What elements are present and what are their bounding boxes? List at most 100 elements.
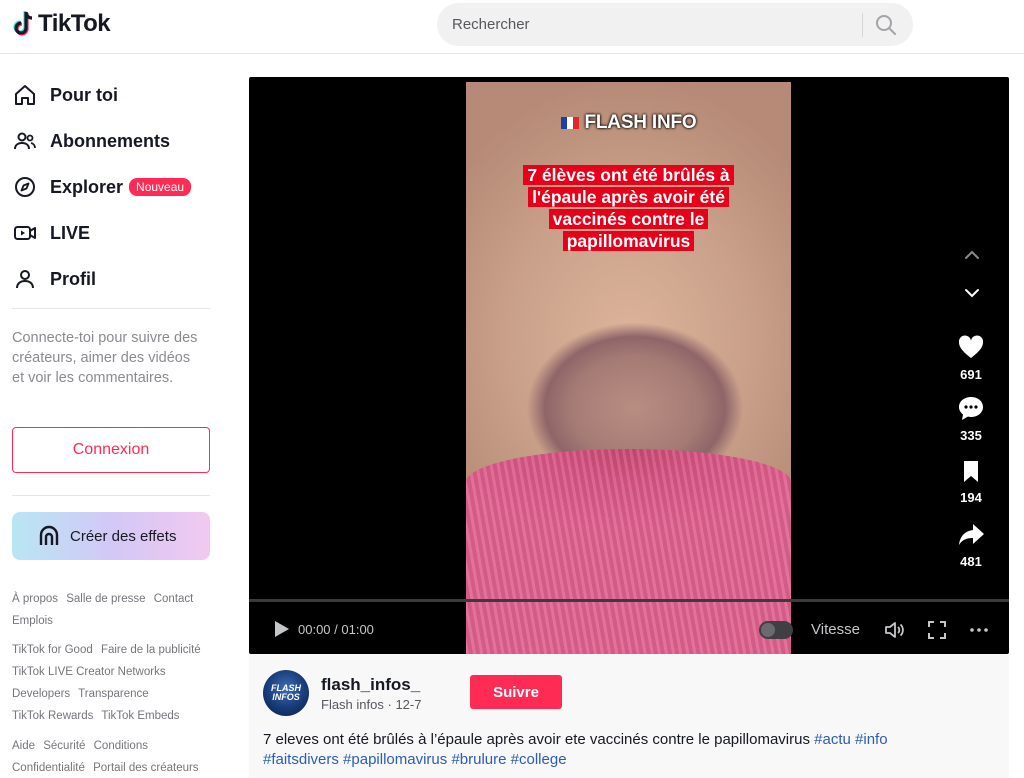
home-icon (12, 82, 38, 108)
tiktok-logo[interactable]: TikTok (12, 10, 111, 38)
author-subline: Flash infos · 12-7 (321, 697, 422, 712)
video-player[interactable]: FLASH INFO 7 élèves ont été brûlés à l'é… (249, 77, 1009, 654)
hashtag-link[interactable]: #faitsdivers (263, 751, 339, 768)
hashtag-link[interactable]: #papillomavirus (343, 751, 447, 768)
france-flag-icon (560, 116, 579, 129)
comment-button[interactable]: 335 (951, 395, 991, 443)
footer-link[interactable]: Portail des créateurs (93, 762, 198, 774)
video-overlay-headline: 7 élèves ont été brûlés à l'épaule après… (496, 164, 761, 252)
search-bar[interactable]: Rechercher (437, 3, 913, 46)
video-side-actions: 691 335 194 481 (951, 77, 991, 654)
person-icon (12, 266, 38, 292)
footer-links-group-2: TikTok for Good Faire de la publicité Ti… (12, 639, 217, 727)
speed-button[interactable]: Vitesse (811, 621, 860, 638)
footer-link[interactable]: Emplois (12, 615, 53, 627)
footer-links-group-3: Aide Sécurité Conditions Confidentialité… (12, 735, 217, 778)
like-count: 691 (960, 367, 982, 382)
share-count: 481 (960, 554, 982, 569)
hashtag-link[interactable]: #actu (814, 731, 851, 748)
nav-item-following[interactable]: Abonnements (12, 126, 170, 156)
effect-house-icon (39, 525, 59, 545)
video-frame[interactable]: FLASH INFO 7 élèves ont été brûlés à l'é… (466, 82, 791, 654)
footer-link[interactable]: Aide (12, 740, 35, 752)
top-bar: TikTok Rechercher (0, 0, 1024, 54)
video-time: 00:00 / 01:00 (298, 622, 374, 637)
share-button[interactable]: 481 (951, 521, 991, 569)
caption-text: 7 eleves ont été brûlés à l’épaule après… (263, 731, 810, 748)
video-progress-bar[interactable] (249, 599, 1009, 602)
tiktok-logo-icon (13, 11, 33, 36)
video-info: FLASH INFOS flash_infos_ Flash infos · 1… (249, 654, 1009, 778)
volume-icon[interactable] (883, 618, 907, 642)
footer-link[interactable]: Faire de la publicité (101, 644, 201, 656)
footer-link[interactable]: TikTok LIVE Creator Networks (12, 666, 166, 678)
avatar-text: FLASH INFOS (271, 683, 301, 702)
next-video-button[interactable] (959, 280, 985, 306)
footer-link[interactable]: À propos (12, 593, 58, 605)
nav-item-live[interactable]: LIVE (12, 218, 90, 248)
comment-count: 335 (960, 428, 982, 443)
search-divider (862, 13, 863, 37)
footer-link[interactable]: Salle de presse (66, 593, 145, 605)
autoscroll-toggle[interactable] (759, 621, 793, 639)
create-effects-button[interactable]: Créer des effets (12, 512, 210, 560)
sidebar-divider (12, 495, 210, 496)
avatar[interactable]: FLASH INFOS (263, 670, 309, 716)
share-arrow-icon (959, 524, 984, 545)
hashtag-link[interactable]: #info (855, 731, 888, 748)
save-button[interactable]: 194 (951, 459, 991, 505)
fullscreen-icon[interactable] (925, 618, 949, 642)
nav-label: Pour toi (50, 84, 118, 105)
nav-item-for-you[interactable]: Pour toi (12, 80, 118, 110)
bookmark-icon (964, 461, 978, 482)
like-button[interactable]: 691 (951, 334, 991, 382)
footer-link[interactable]: TikTok Embeds (101, 710, 179, 722)
users-icon (12, 128, 38, 154)
logo-text: TikTok (38, 10, 111, 37)
hashtag-link[interactable]: #college (511, 751, 567, 768)
footer-link[interactable]: TikTok Rewards (12, 710, 93, 722)
play-icon[interactable] (271, 619, 291, 639)
nav-item-explore[interactable]: Explorer Nouveau (12, 172, 192, 202)
author-username[interactable]: flash_infos_ (321, 675, 420, 695)
nav-label: Profil (50, 268, 97, 289)
follow-button[interactable]: Suivre (470, 675, 562, 709)
chevron-down-icon (965, 289, 979, 298)
chevron-up-icon (965, 250, 979, 259)
post-date: 12-7 (395, 697, 422, 712)
nav-label: LIVE (50, 222, 91, 243)
nav-label: Explorer (50, 176, 124, 197)
hashtag-link[interactable]: #brulure (451, 751, 506, 768)
footer-link[interactable]: Transparence (78, 688, 149, 700)
nav-item-profile[interactable]: Profil (12, 264, 96, 294)
compass-icon (12, 174, 38, 200)
sidebar-divider (12, 308, 210, 309)
sidebar: Pour toi Abonnements Explorer Nouveau LI… (0, 55, 222, 778)
video-overlay-headline-text: 7 élèves ont été brûlés à l'épaule après… (523, 165, 734, 251)
login-hint: Connecte-toi pour suivre des créateurs, … (12, 330, 198, 386)
video-overlay-title: FLASH INFO (466, 112, 791, 134)
footer-link[interactable]: Sécurité (43, 740, 85, 752)
footer-link[interactable]: Conditions (94, 740, 148, 752)
video-caption: 7 eleves ont été brûlés à l’épaule après… (263, 730, 963, 770)
footer-link[interactable]: Confidentialité (12, 762, 85, 774)
footer-link[interactable]: TikTok for Good (12, 644, 93, 656)
nav-label: Abonnements (50, 130, 171, 151)
more-options-icon[interactable] (967, 618, 991, 642)
footer-link[interactable]: Developers (12, 688, 70, 700)
comment-icon (959, 397, 983, 420)
create-effects-label: Créer des effets (70, 527, 177, 545)
search-icon[interactable] (873, 12, 899, 38)
footer-links-group-1: À propos Salle de presse Contact Emplois (12, 588, 217, 632)
search-input[interactable]: Rechercher (452, 16, 530, 33)
login-button[interactable]: Connexion (12, 427, 210, 473)
previous-video-button[interactable] (959, 242, 985, 268)
footer-link[interactable]: Contact (154, 593, 194, 605)
heart-icon (958, 335, 984, 358)
video-overlay-title-text: FLASH INFO (584, 112, 697, 133)
new-badge: Nouveau (129, 178, 192, 196)
video-controls: 00:00 / 01:00 Vitesse (249, 607, 1009, 651)
live-camera-icon (12, 220, 38, 246)
author-display-name: Flash infos (321, 697, 384, 712)
save-count: 194 (960, 490, 982, 505)
